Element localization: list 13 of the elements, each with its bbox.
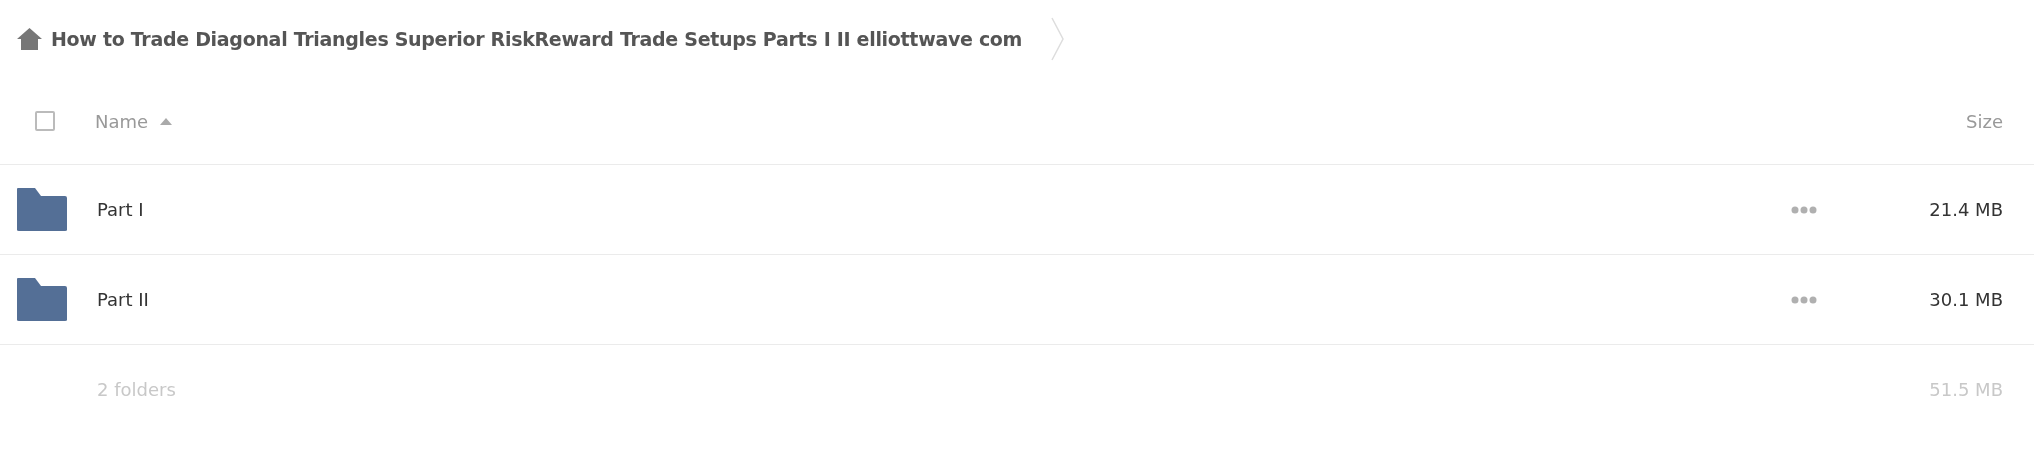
folder-icon <box>17 188 67 231</box>
folder-name[interactable]: Part I <box>97 199 1791 220</box>
more-icon[interactable] <box>1791 205 1817 214</box>
chevron-right-icon <box>1051 17 1066 61</box>
size-cell-text: 30.1 MB <box>1928 289 2003 310</box>
folder-icon <box>17 278 67 321</box>
sort-arrow-icon[interactable] <box>160 117 173 125</box>
more-icon[interactable] <box>1791 295 1817 304</box>
home-icon[interactable] <box>17 28 42 50</box>
size-cell-text: 21.4 MB <box>1928 199 2003 220</box>
folder-name[interactable]: Part II <box>97 289 1791 310</box>
select-all-checkbox[interactable] <box>35 111 55 131</box>
breadcrumb-title[interactable]: How to Trade Diagonal Triangles Superior RiskReward Trade Setups Parts I II elliottwave com <box>51 28 1023 50</box>
